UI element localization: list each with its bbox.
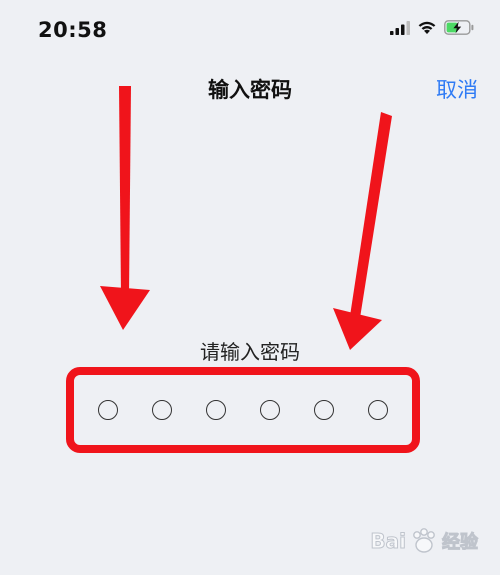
page-title: 输入密码 xyxy=(208,78,292,102)
baidu-paw-icon xyxy=(413,528,435,553)
cellular-signal-icon xyxy=(390,20,410,35)
status-time: 20:58 xyxy=(38,18,108,42)
passcode-field[interactable] xyxy=(66,367,420,453)
watermark-logo-text: Bai xyxy=(370,529,407,554)
status-bar: 20:58 xyxy=(0,0,500,60)
passcode-digit-4 xyxy=(260,400,280,420)
wifi-icon xyxy=(418,21,436,34)
right-arrow-icon xyxy=(333,112,392,350)
passcode-digit-1 xyxy=(98,400,118,420)
passcode-prompt: 请输入密码 xyxy=(200,340,300,364)
passcode-digit-5 xyxy=(314,400,334,420)
passcode-digit-6 xyxy=(368,400,388,420)
passcode-digit-2 xyxy=(152,400,172,420)
cancel-button[interactable]: 取消 xyxy=(436,74,478,104)
left-arrow-icon xyxy=(100,86,150,330)
status-icons xyxy=(390,20,474,35)
battery-charging-icon xyxy=(444,20,474,35)
watermark-logo-suffix: 经验 xyxy=(442,532,479,554)
passcode-digit-3 xyxy=(206,400,226,420)
nav-bar: 输入密码 取消 xyxy=(0,62,500,116)
baidu-watermark: Bai 经验 xyxy=(370,527,479,555)
